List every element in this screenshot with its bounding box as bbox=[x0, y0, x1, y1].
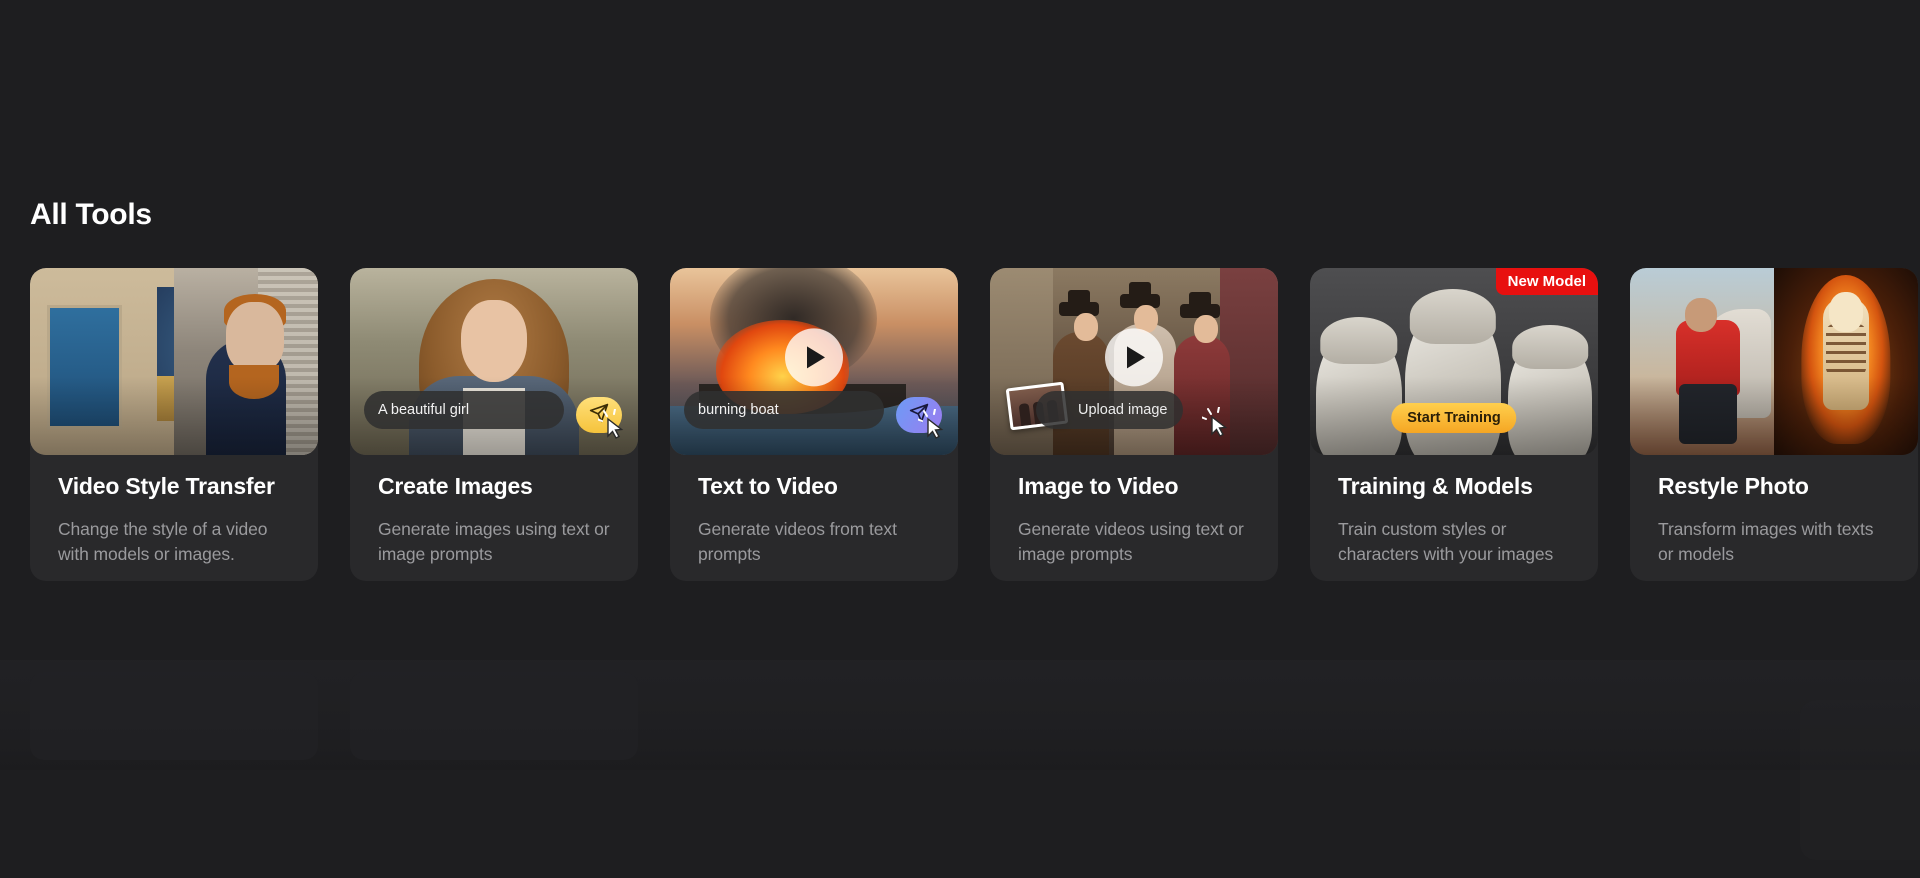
play-button[interactable] bbox=[785, 327, 843, 386]
start-training-button[interactable]: Start Training bbox=[1391, 403, 1517, 433]
card-description: Generate images using text or image prom… bbox=[378, 519, 610, 565]
card-thumbnail bbox=[30, 268, 318, 455]
prompt-text: A beautiful girl bbox=[378, 402, 470, 418]
upload-label: Upload image bbox=[1078, 402, 1168, 418]
tools-card-grid: Video Style Transfer Change the style of… bbox=[30, 268, 1918, 582]
click-cursor-icon bbox=[1200, 406, 1236, 441]
tool-card-video-style-transfer[interactable]: Video Style Transfer Change the style of… bbox=[30, 268, 318, 582]
card-thumbnail: Upload image bbox=[990, 268, 1278, 455]
card-description: Generate videos from text prompts bbox=[698, 519, 897, 565]
card-body: Training & Models Train custom styles or… bbox=[1310, 455, 1598, 567]
card-description: Change the style of a video with models … bbox=[58, 519, 268, 565]
ghost-card bbox=[30, 672, 318, 760]
tool-card-create-images[interactable]: A beautiful girl Create Images Generate … bbox=[350, 268, 638, 582]
upload-image-button[interactable]: Upload image bbox=[1036, 391, 1184, 429]
thumb-figure bbox=[1018, 402, 1032, 427]
click-cursor-icon bbox=[916, 408, 952, 443]
thumbnail-vignette bbox=[1630, 268, 1918, 455]
card-title: Image to Video bbox=[1018, 473, 1179, 499]
page-title: All Tools bbox=[30, 198, 152, 231]
thumbnail-vignette bbox=[30, 268, 318, 455]
card-body: Create Images Generate images using text… bbox=[350, 455, 638, 567]
card-body: Image to Video Generate videos using tex… bbox=[990, 455, 1278, 567]
card-title: Training & Models bbox=[1338, 473, 1533, 499]
ghost-card bbox=[350, 672, 638, 760]
card-title: Create Images bbox=[378, 473, 533, 499]
click-cursor-icon bbox=[596, 408, 632, 443]
card-description: Generate videos using text or image prom… bbox=[1018, 519, 1244, 565]
card-thumbnail bbox=[1630, 268, 1918, 455]
card-thumbnail: burning boat bbox=[670, 268, 958, 455]
ghost-card-edge bbox=[1800, 700, 1920, 860]
tool-card-image-to-video[interactable]: Upload image Image to Video Generate vid… bbox=[990, 268, 1278, 582]
card-thumbnail: New Model Start Training bbox=[1310, 268, 1598, 455]
card-title: Video Style Transfer bbox=[58, 473, 275, 499]
tools-page: All Tools Video Style Transfer Change th… bbox=[0, 0, 1920, 878]
status-badge-new-model: New Model bbox=[1495, 268, 1598, 295]
card-body: Video Style Transfer Change the style of… bbox=[30, 455, 318, 567]
card-description: Train custom styles or characters with y… bbox=[1338, 519, 1554, 565]
card-body: Restyle Photo Transform images with text… bbox=[1630, 455, 1918, 567]
card-title: Restyle Photo bbox=[1658, 473, 1809, 499]
card-body: Text to Video Generate videos from text … bbox=[670, 455, 958, 567]
card-thumbnail: A beautiful girl bbox=[350, 268, 638, 455]
card-description: Transform images with texts or models bbox=[1658, 519, 1874, 565]
play-button[interactable] bbox=[1105, 327, 1163, 386]
tool-card-text-to-video[interactable]: burning boat Text to Video Generate vide… bbox=[670, 268, 958, 582]
tool-card-training-models[interactable]: New Model Start Training Training & Mode… bbox=[1310, 268, 1598, 582]
card-title: Text to Video bbox=[698, 473, 838, 499]
prompt-input[interactable]: A beautiful girl bbox=[364, 391, 564, 429]
tool-card-restyle-photo[interactable]: Restyle Photo Transform images with text… bbox=[1630, 268, 1918, 582]
prompt-input[interactable]: burning boat bbox=[684, 391, 884, 429]
prompt-text: burning boat bbox=[698, 402, 779, 418]
